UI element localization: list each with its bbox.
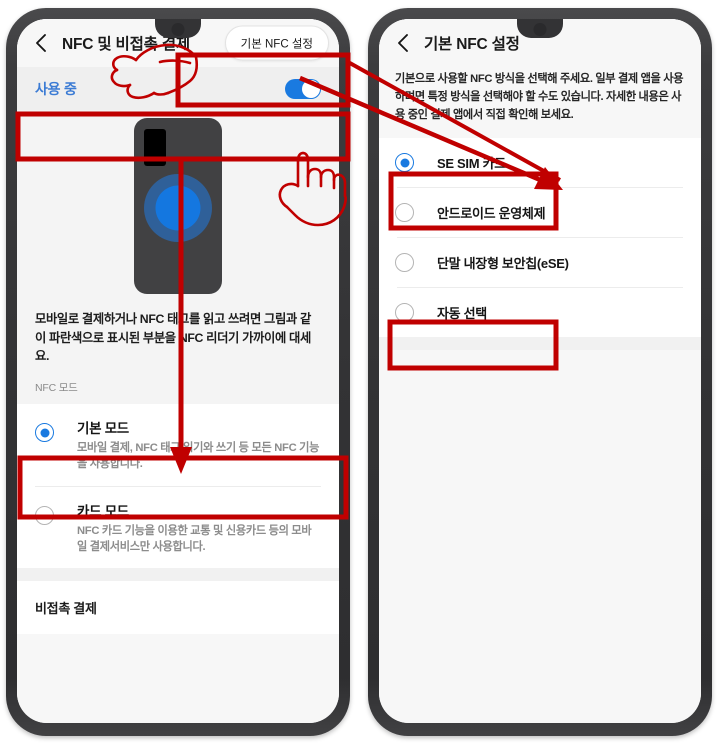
nfc-description-text: 모바일로 결제하거나 NFC 태그를 읽고 쓰려면 그림과 같이 파란색으로 표… — [35, 312, 311, 364]
contactless-payment-label: 비접촉 결제 — [35, 601, 97, 616]
nfc-enable-label: 사용 중 — [35, 80, 77, 97]
toggle-knob — [302, 79, 320, 98]
contactless-payment-row[interactable]: 비접촉 결제 — [17, 581, 339, 634]
option-title: 카드 모드 — [77, 503, 129, 519]
nfc-ring-inner — [155, 185, 201, 231]
option-title: 자동 선택 — [437, 306, 487, 322]
radio-auto-select[interactable] — [395, 303, 414, 323]
nfc-mode-option-default[interactable]: 기본 모드 모바일 결제, NFC 태그 읽기와 쓰기 등 모든 NFC 기능을… — [17, 404, 339, 486]
radio-se-sim-card[interactable] — [395, 153, 414, 173]
nfc-mode-options-card: 기본 모드 모바일 결제, NFC 태그 읽기와 쓰기 등 모든 NFC 기능을… — [17, 404, 339, 568]
option-title: 단말 내장형 보안칩(eSE) — [437, 256, 569, 272]
waterdrop-notch-icon — [517, 19, 563, 38]
phone-back-nfc-illustration — [134, 118, 222, 294]
nfc-illustration-area — [17, 110, 339, 302]
option-texts: 기본 모드 모바일 결제, NFC 태그 읽기와 쓰기 등 모든 NFC 기능을… — [77, 417, 321, 472]
camera-module-icon — [144, 129, 166, 166]
option-se-sim-card[interactable]: SE SIM 카드 — [379, 138, 701, 188]
nfc-mode-section-label: NFC 모드 — [17, 366, 339, 405]
radio-embedded-se[interactable] — [395, 253, 414, 273]
nfc-ring-outer — [144, 174, 212, 242]
option-title: 안드로이드 운영체제 — [437, 206, 546, 222]
option-auto-select[interactable]: 자동 선택 — [379, 288, 701, 338]
section-gap — [379, 337, 701, 351]
back-chevron-icon[interactable] — [393, 33, 413, 53]
left-phone-screen-bezel: NFC 및 비접촉 결제 기본 NFC 설정 사용 중 모바일로 결제하거나 N… — [17, 19, 339, 723]
back-chevron-icon[interactable] — [31, 33, 51, 53]
default-nfc-description-block: 기본으로 사용할 NFC 방식을 선택해 주세요. 일부 결제 앱을 사용하려면… — [379, 67, 701, 139]
nfc-enable-row[interactable]: 사용 중 — [17, 67, 339, 110]
screenshot-stage: NFC 및 비접촉 결제 기본 NFC 설정 사용 중 모바일로 결제하거나 N… — [0, 0, 718, 756]
default-nfc-settings-button[interactable]: 기본 NFC 설정 — [224, 25, 329, 61]
waterdrop-notch-icon — [155, 19, 201, 38]
nfc-toggle-switch[interactable] — [285, 78, 321, 99]
nfc-mode-option-card[interactable]: 카드 모드 NFC 카드 기능을 이용한 교통 및 신용카드 등의 모바일 결제… — [17, 486, 339, 568]
option-title: SE SIM 카드 — [437, 156, 506, 172]
right-phone-device: 기본 NFC 설정 기본으로 사용할 NFC 방식을 선택해 주세요. 일부 결… — [368, 8, 712, 736]
option-embedded-se[interactable]: 단말 내장형 보안칩(eSE) — [379, 238, 701, 288]
default-nfc-description-text: 기본으로 사용할 NFC 방식을 선택해 주세요. 일부 결제 앱을 사용하려면… — [395, 73, 684, 122]
option-android-os[interactable]: 안드로이드 운영체제 — [379, 188, 701, 238]
option-texts: 카드 모드 NFC 카드 기능을 이용한 교통 및 신용카드 등의 모바일 결제… — [77, 500, 321, 555]
option-title: 기본 모드 — [77, 421, 129, 437]
section-gap — [17, 568, 339, 581]
left-phone-device: NFC 및 비접촉 결제 기본 NFC 설정 사용 중 모바일로 결제하거나 N… — [6, 8, 350, 736]
option-subtitle: 모바일 결제, NFC 태그 읽기와 쓰기 등 모든 NFC 기능을 사용합니다… — [77, 442, 320, 471]
left-screen: NFC 및 비접촉 결제 기본 NFC 설정 사용 중 모바일로 결제하거나 N… — [17, 19, 339, 723]
radio-default-mode[interactable] — [35, 423, 54, 443]
right-screen: 기본 NFC 설정 기본으로 사용할 NFC 방식을 선택해 주세요. 일부 결… — [379, 19, 701, 723]
radio-card-mode[interactable] — [35, 505, 54, 525]
option-subtitle: NFC 카드 기능을 이용한 교통 및 신용카드 등의 모바일 결제서비스만 사… — [77, 524, 312, 553]
nfc-description-block: 모바일로 결제하거나 NFC 태그를 읽고 쓰려면 그림과 같이 파란색으로 표… — [17, 302, 339, 367]
page-title: 기본 NFC 설정 — [424, 36, 520, 53]
default-nfc-options-card: SE SIM 카드 안드로이드 운영체제 단말 내장형 보안칩(eSE) 자동 … — [379, 138, 701, 338]
radio-android-os[interactable] — [395, 203, 414, 223]
right-phone-screen-bezel: 기본 NFC 설정 기본으로 사용할 NFC 방식을 선택해 주세요. 일부 결… — [379, 19, 701, 723]
